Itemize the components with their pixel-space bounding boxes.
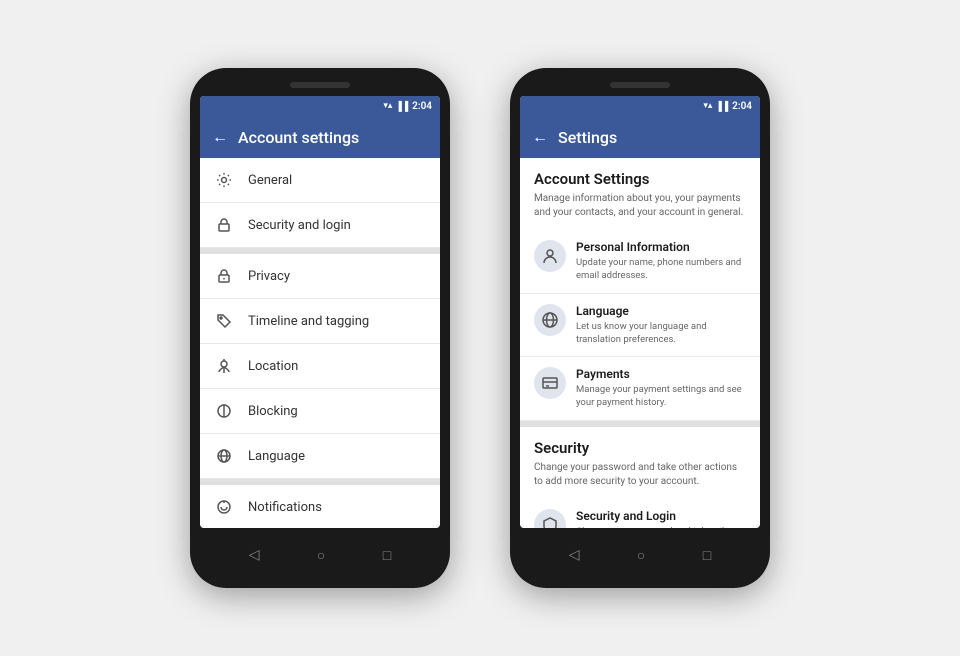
nav-recent-left[interactable]: □ [383,547,391,564]
settings-item-language[interactable]: Language Let us know your language and t… [520,294,760,358]
gear-icon [214,170,234,190]
menu-label-timeline: Timeline and tagging [248,314,369,329]
status-icons-right: ▾▴ ▐▐ [703,101,728,112]
back-button-left[interactable]: ← [212,127,228,147]
top-bar-left: ← Account settings [200,116,440,158]
wifi-icon: ▾▴ [383,101,392,111]
lock-icon [214,215,234,235]
globe-icon [214,446,234,466]
signal-icon: ▐▐ [395,101,408,112]
menu-item-timeline[interactable]: Timeline and tagging [200,299,440,344]
settings-item-payments[interactable]: Payments Manage your payment settings an… [520,357,760,421]
security-login-text: Security and Login Change your password … [576,509,746,528]
menu-item-language[interactable]: Language [200,434,440,479]
status-time-right: 2:04 [732,101,752,112]
security-login-title: Security and Login [576,509,746,523]
tag-icon [214,311,234,331]
top-bar-right: ← Settings [520,116,760,158]
personal-info-text: Personal Information Update your name, p… [576,240,746,283]
phone-left: ▾▴ ▐▐ 2:04 ← Account settings [190,68,450,588]
back-button-right[interactable]: ← [532,127,548,147]
language-title: Language [576,304,746,318]
account-settings-subtitle: Manage information about you, your payme… [520,192,760,230]
person-icon [534,240,566,272]
card-icon [534,367,566,399]
nav-home-left[interactable]: ○ [317,547,325,564]
menu-label-location: Location [248,359,298,374]
signal-icon-right: ▐▐ [715,101,728,112]
menu-item-general[interactable]: General [200,158,440,203]
status-time-left: 2:04 [412,101,432,112]
security-section-subtitle: Change your password and take other acti… [520,461,760,499]
nav-bar-right: ◁ ○ □ [520,536,760,574]
menu-list-left: General Security and login [200,158,440,528]
globe-icon-right [534,304,566,336]
settings-content: Account Settings Manage information abou… [520,158,760,528]
security-section-title: Security [520,427,760,461]
menu-item-security[interactable]: Security and login [200,203,440,248]
menu-item-blocking[interactable]: Blocking [200,389,440,434]
scene: ▾▴ ▐▐ 2:04 ← Account settings [0,0,960,656]
screen-title-left: Account settings [238,128,359,147]
menu-label-security: Security and login [248,218,351,233]
status-bar-left: ▾▴ ▐▐ 2:04 [200,96,440,116]
account-settings-title: Account Settings [520,158,760,192]
menu-label-language: Language [248,449,305,464]
settings-item-security-login[interactable]: Security and Login Change your password … [520,499,760,528]
payments-title: Payments [576,367,746,381]
payments-text: Payments Manage your payment settings an… [576,367,746,410]
nav-bar-left: ◁ ○ □ [200,536,440,574]
menu-label-general: General [248,173,292,188]
screen-title-right: Settings [558,128,617,147]
phone-right-screen: ▾▴ ▐▐ 2:04 ← Settings Account Settings M… [520,96,760,528]
nav-recent-right[interactable]: □ [703,547,711,564]
status-icons-left: ▾▴ ▐▐ [383,101,408,112]
menu-item-privacy[interactable]: Privacy [200,254,440,299]
settings-item-personal-info[interactable]: Personal Information Update your name, p… [520,230,760,294]
phone-left-screen: ▾▴ ▐▐ 2:04 ← Account settings [200,96,440,528]
personal-info-title: Personal Information [576,240,746,254]
menu-item-notifications[interactable]: Notifications [200,485,440,528]
payments-desc: Manage your payment settings and see you… [576,383,746,410]
notifications-icon [214,497,234,517]
menu-label-notifications: Notifications [248,500,322,515]
privacy-icon [214,266,234,286]
shield-icon [534,509,566,528]
nav-home-right[interactable]: ○ [637,547,645,564]
language-text: Language Let us know your language and t… [576,304,746,347]
personal-info-desc: Update your name, phone numbers and emai… [576,256,746,283]
nav-back-left[interactable]: ◁ [249,547,260,563]
menu-label-blocking: Blocking [248,404,298,419]
wifi-icon-right: ▾▴ [703,101,712,111]
security-login-desc: Change your password and take other acti… [576,525,746,528]
block-icon [214,401,234,421]
phone-right: ▾▴ ▐▐ 2:04 ← Settings Account Settings M… [510,68,770,588]
nav-back-right[interactable]: ◁ [569,547,580,563]
status-bar-right: ▾▴ ▐▐ 2:04 [520,96,760,116]
menu-label-privacy: Privacy [248,269,290,284]
language-desc: Let us know your language and translatio… [576,320,746,347]
menu-item-location[interactable]: Location [200,344,440,389]
location-icon [214,356,234,376]
